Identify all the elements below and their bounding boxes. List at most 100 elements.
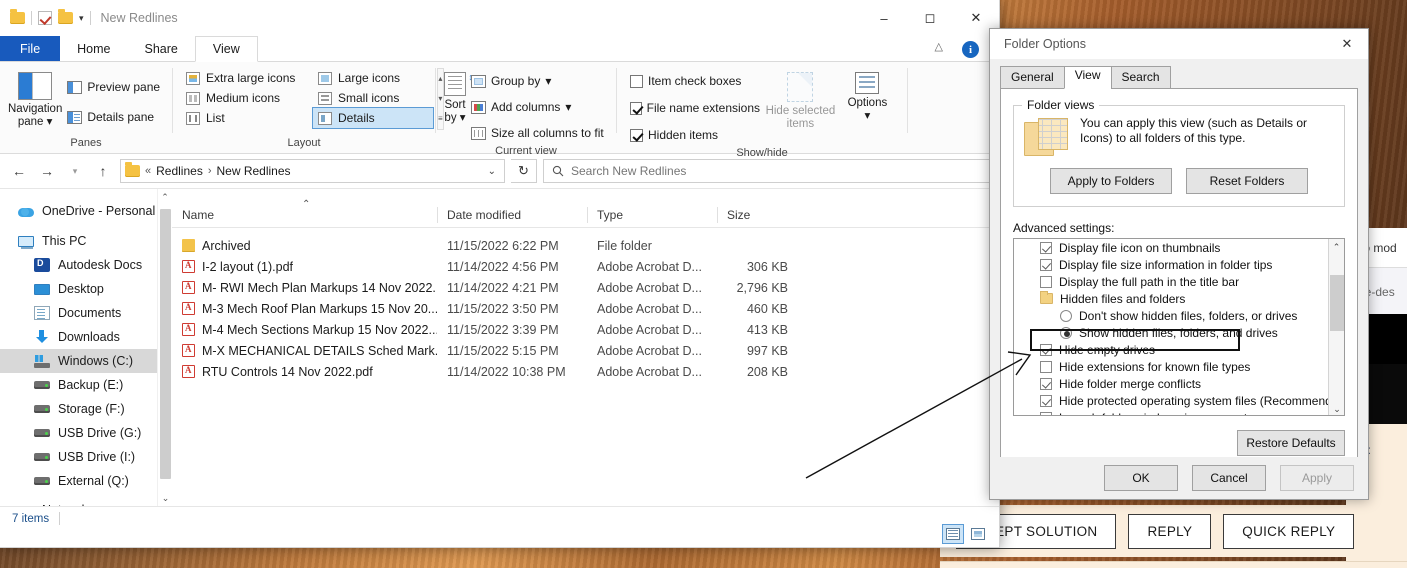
ok-button[interactable]: OK: [1104, 465, 1178, 491]
file-name-extensions-toggle[interactable]: File name extensions: [625, 97, 765, 119]
advanced-row-dont-show-hidden[interactable]: Don't show hidden files, folders, or dri…: [1014, 307, 1344, 324]
advanced-row-display-full-path[interactable]: Display the full path in the title bar: [1014, 273, 1344, 290]
sidebar-item-desktop[interactable]: Desktop: [0, 277, 172, 301]
scrollbar-thumb[interactable]: [160, 209, 171, 479]
sidebar-item-documents[interactable]: Documents: [0, 301, 172, 325]
advanced-row-hide-empty-drives[interactable]: Hide empty drives: [1014, 341, 1344, 358]
sidebar-item-storage-f[interactable]: Storage (F:): [0, 397, 172, 421]
scroll-down-icon[interactable]: ⌄: [158, 490, 172, 506]
checkbox-checked-icon[interactable]: [630, 128, 643, 142]
quick-reply-button[interactable]: QUICK REPLY: [1223, 513, 1355, 549]
advanced-row-launch-separate-process[interactable]: Launch folder windows in a separate proc…: [1014, 409, 1344, 415]
sidebar-item-windows-c[interactable]: Windows (C:): [0, 349, 172, 373]
tab-search[interactable]: Search: [1110, 66, 1171, 89]
tab-general[interactable]: General: [1000, 66, 1065, 89]
chevron-down-icon[interactable]: ▾: [47, 116, 53, 128]
sidebar-item-usb-i[interactable]: USB Drive (I:): [0, 445, 172, 469]
column-header-type[interactable]: Type: [587, 202, 717, 228]
reset-folders-button[interactable]: Reset Folders: [1186, 168, 1308, 194]
recent-locations-button[interactable]: ▾: [64, 160, 86, 182]
table-row[interactable]: M-X MECHANICAL DETAILS Sched Mark... 11/…: [172, 340, 999, 361]
chevron-down-icon[interactable]: ▾: [460, 112, 466, 124]
chevron-down-icon[interactable]: ⌄: [488, 166, 500, 177]
back-button[interactable]: ←: [8, 160, 30, 182]
address-breadcrumb-field[interactable]: « Redlines › New Redlines ⌄: [120, 159, 505, 183]
thumbnail-view-toggle[interactable]: [967, 524, 989, 544]
breadcrumb-redlines[interactable]: Redlines: [156, 164, 203, 178]
chevron-down-icon[interactable]: ▾: [545, 74, 551, 88]
sidebar-item-external-q[interactable]: External (Q:): [0, 469, 172, 493]
advanced-settings-scrollbar[interactable]: ⌃ ⌄: [1328, 239, 1344, 415]
advanced-row-show-hidden[interactable]: Show hidden files, folders, and drives: [1014, 324, 1344, 341]
sidebar-item-backup-e[interactable]: Backup (E:): [0, 373, 172, 397]
checkbox-icon[interactable]: [630, 74, 643, 88]
table-row[interactable]: RTU Controls 14 Nov 2022.pdf 11/14/2022 …: [172, 361, 999, 382]
column-header-name[interactable]: Name ⌃: [172, 199, 437, 228]
chevron-up-icon[interactable]: △: [935, 40, 943, 53]
restore-defaults-button[interactable]: Restore Defaults: [1237, 430, 1345, 456]
table-row[interactable]: I-2 layout (1).pdf 11/14/2022 4:56 PM Ad…: [172, 256, 999, 277]
size-columns-to-fit-button[interactable]: Size all columns to fit: [466, 122, 609, 144]
breadcrumb-new-redlines[interactable]: New Redlines: [217, 164, 291, 178]
table-row[interactable]: M-3 Mech Roof Plan Markups 15 Nov 20... …: [172, 298, 999, 319]
layout-large-icons[interactable]: Large icons: [313, 68, 433, 88]
table-row[interactable]: Archived 11/15/2022 6:22 PM File folder: [172, 235, 999, 256]
apply-to-folders-button[interactable]: Apply to Folders: [1050, 168, 1172, 194]
tab-home[interactable]: Home: [60, 36, 127, 61]
navigation-pane-scrollbar[interactable]: ⌃ ⌄: [157, 189, 172, 506]
details-view-toggle[interactable]: [942, 524, 964, 544]
scroll-down-icon[interactable]: ⌄: [1329, 401, 1344, 415]
table-row[interactable]: M- RWI Mech Plan Markups 14 Nov 2022... …: [172, 277, 999, 298]
reply-button[interactable]: REPLY: [1128, 513, 1212, 549]
table-row[interactable]: M-4 Mech Sections Markup 15 Nov 2022....…: [172, 319, 999, 340]
column-header-date-modified[interactable]: Date modified: [437, 202, 587, 228]
details-pane-button[interactable]: Details pane: [62, 106, 165, 128]
checkbox-checked-icon[interactable]: [1040, 394, 1052, 407]
tab-file[interactable]: File: [0, 36, 61, 61]
sidebar-item-autodesk-docs[interactable]: Autodesk Docs: [0, 253, 172, 277]
advanced-row-hide-protected-os[interactable]: Hide protected operating system files (R…: [1014, 392, 1344, 409]
add-columns-button[interactable]: Add columns ▾: [466, 96, 609, 118]
checkbox-checked-icon[interactable]: [1040, 377, 1052, 390]
checkbox-checked-icon[interactable]: [630, 101, 642, 115]
navigation-pane-button[interactable]: Navigation pane ▾: [8, 68, 62, 129]
dialog-close-button[interactable]: ✕: [1326, 29, 1368, 59]
advanced-row-display-file-icon[interactable]: Display file icon on thumbnails: [1014, 239, 1344, 256]
layout-extra-large-icons[interactable]: Extra large icons: [181, 68, 311, 88]
layout-details[interactable]: Details: [312, 107, 434, 129]
group-by-button[interactable]: Group by ▾: [466, 70, 609, 92]
tab-view[interactable]: View: [194, 36, 258, 62]
advanced-settings-list[interactable]: Display file icon on thumbnails Display …: [1013, 238, 1345, 416]
checkbox-icon[interactable]: [1040, 360, 1052, 373]
tab-view[interactable]: View: [1063, 66, 1112, 89]
chevron-down-icon[interactable]: ▾: [79, 13, 84, 23]
options-button[interactable]: Options ▾: [836, 68, 899, 123]
properties-checkbox-icon[interactable]: [38, 11, 52, 25]
scroll-up-icon[interactable]: ⌃: [1329, 239, 1344, 255]
up-button[interactable]: ↑: [92, 160, 114, 182]
forward-button[interactable]: →: [36, 160, 58, 182]
help-icon[interactable]: i: [962, 41, 979, 58]
new-folder-icon[interactable]: [58, 9, 73, 24]
sort-by-button[interactable]: ↕ Sort by ▾: [444, 68, 473, 125]
advanced-row-hide-folder-merge[interactable]: Hide folder merge conflicts: [1014, 375, 1344, 392]
preview-pane-button[interactable]: Preview pane: [62, 76, 165, 98]
checkbox-icon[interactable]: [1040, 275, 1052, 288]
refresh-button[interactable]: ↻: [511, 159, 537, 183]
item-check-boxes-toggle[interactable]: Item check boxes: [625, 70, 765, 92]
maximize-button[interactable]: ◻: [907, 0, 953, 36]
radio-icon[interactable]: [1060, 309, 1072, 322]
checkbox-icon[interactable]: [1040, 411, 1052, 415]
chevron-down-icon[interactable]: ▾: [565, 100, 571, 114]
minimize-button[interactable]: –: [861, 0, 907, 36]
sidebar-item-onedrive[interactable]: OneDrive - Personal: [0, 199, 172, 223]
layout-list[interactable]: List: [181, 108, 311, 128]
cancel-button[interactable]: Cancel: [1192, 465, 1266, 491]
sidebar-item-network[interactable]: Network: [0, 498, 172, 506]
hidden-items-toggle[interactable]: Hidden items: [625, 124, 765, 146]
search-box[interactable]: Search New Redlines: [543, 159, 991, 183]
radio-selected-icon[interactable]: [1060, 326, 1072, 339]
sidebar-item-usb-g[interactable]: USB Drive (G:): [0, 421, 172, 445]
layout-medium-icons[interactable]: Medium icons: [181, 88, 311, 108]
sidebar-item-this-pc[interactable]: This PC: [0, 229, 172, 253]
